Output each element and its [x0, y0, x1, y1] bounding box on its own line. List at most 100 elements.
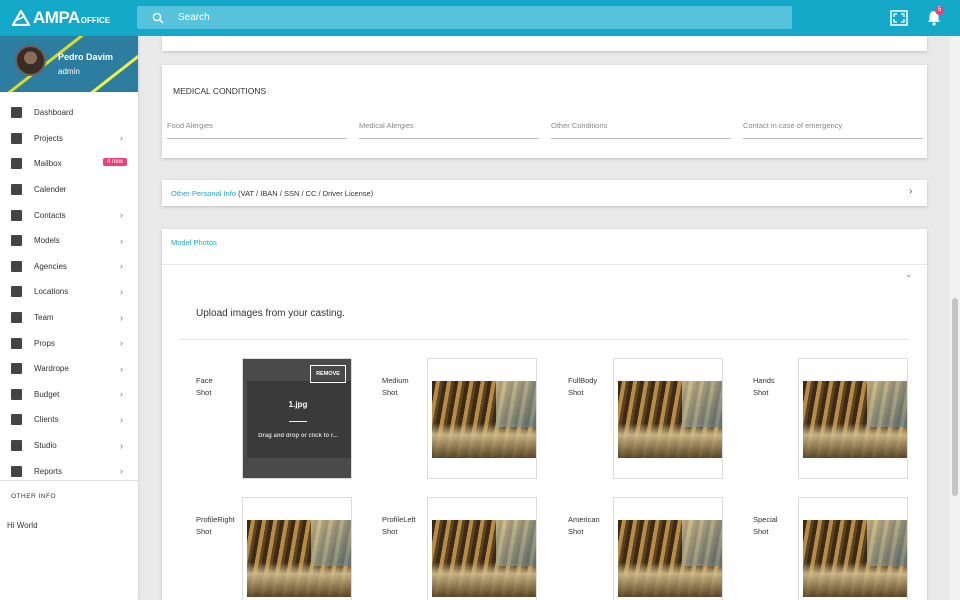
emergency-contact-field[interactable]	[743, 115, 923, 139]
face-shot-dropzone[interactable]: REMOVE 1.jpg Drag and drop or click to r…	[242, 358, 352, 479]
hands-shot-dropzone[interactable]	[798, 358, 908, 479]
agencies-icon	[11, 260, 22, 272]
medium-shot-dropzone[interactable]	[427, 358, 537, 479]
chevron-right-icon: ›	[120, 414, 123, 425]
hands-shot-label: Hands Shot	[753, 375, 775, 399]
clients-icon	[11, 414, 22, 426]
sidebar-item-dashboard[interactable]: Dashboard	[0, 100, 138, 126]
search-input[interactable]	[178, 12, 758, 23]
sidebar-item-label: Contacts	[34, 210, 66, 220]
chevron-down-icon[interactable]: ›	[905, 275, 915, 278]
avatar[interactable]	[15, 45, 46, 76]
american-shot-dropzone[interactable]	[613, 497, 723, 600]
sidebar-item-label: Wardrope	[34, 364, 69, 374]
fullbody-shot-dropzone[interactable]	[613, 358, 723, 479]
models-icon	[11, 235, 22, 247]
sidebar-item-label: Projects	[34, 133, 63, 143]
projects-icon	[11, 132, 22, 144]
sidebar-item-label: Locations	[34, 287, 69, 297]
sidebar-item-locations[interactable]: Locations ›	[0, 279, 138, 305]
chevron-right-icon: ›	[120, 312, 123, 323]
food-allergies-field[interactable]	[167, 115, 347, 139]
sidebar-item-calender[interactable]: Calender	[0, 177, 138, 203]
studio-icon	[11, 440, 22, 452]
scrollbar-thumb[interactable]	[952, 298, 958, 496]
sidebar-item-props[interactable]: Props ›	[0, 330, 138, 356]
sidebar-item-models[interactable]: Models ›	[0, 228, 138, 254]
chevron-right-icon: ›	[120, 133, 123, 144]
dashboard-icon	[11, 107, 22, 119]
previous-section-card	[162, 36, 927, 51]
other-conditions-input[interactable]	[551, 121, 731, 130]
chevron-right-icon: ›	[120, 286, 123, 297]
wardrope-icon	[11, 363, 22, 375]
sidebar-item-label: Calender	[34, 185, 67, 195]
chevron-right-icon: ›	[120, 235, 123, 246]
special-shot-label: Special Shot	[753, 514, 778, 538]
sidebar-item-agencies[interactable]: Agencies ›	[0, 254, 138, 280]
shot-label-line: Shot	[568, 527, 584, 536]
sidebar-item-label: Clients	[34, 415, 59, 425]
notification-badge: 5	[935, 6, 944, 15]
other-personal-info-header[interactable]: Other Personal Info (VAT / IBAN / SSN / …	[171, 189, 373, 198]
shot-preview-image	[432, 520, 536, 597]
locations-icon	[11, 286, 22, 298]
sidebar-item-budget[interactable]: Budget ›	[0, 382, 138, 408]
search-bar[interactable]	[137, 6, 792, 29]
fullbody-shot-label: FullBody Shot	[568, 375, 597, 399]
chevron-right-icon[interactable]: ›	[909, 186, 912, 197]
chevron-right-icon: ›	[120, 338, 123, 349]
team-icon	[11, 312, 22, 324]
shot-label-line: Face	[196, 376, 213, 385]
top-bar: AMPA OFFICE 5	[0, 0, 960, 36]
emergency-contact-input[interactable]	[743, 121, 923, 130]
sidebar-item-label: Models	[34, 236, 60, 246]
model-photos-card: Model Photos › Upload images from your c…	[162, 229, 927, 600]
drop-hint: Drag and drop or click to r...	[258, 433, 338, 439]
sidebar-item-mailbox[interactable]: Mailbox 4 new	[0, 151, 138, 177]
sidebar-item-team[interactable]: Team ›	[0, 305, 138, 331]
chevron-right-icon: ›	[120, 210, 123, 221]
profileleft-shot-dropzone[interactable]	[427, 497, 537, 600]
sidebar-item-label: Agencies	[34, 261, 67, 271]
search-icon[interactable]	[152, 12, 164, 24]
logo-main-text: AMPA	[33, 8, 80, 27]
shot-label-line: Shot	[196, 527, 212, 536]
shot-label-line: Special	[753, 515, 778, 524]
sidebar-item-label: Studio	[34, 441, 57, 451]
sidebar-item-projects[interactable]: Projects ›	[0, 126, 138, 152]
app-logo[interactable]: AMPA OFFICE	[12, 9, 110, 26]
other-conditions-field[interactable]	[551, 115, 731, 139]
shot-label-line: ProfileRight	[196, 515, 235, 524]
logo-mark-icon	[12, 10, 30, 26]
medical-allergies-field[interactable]	[359, 115, 539, 139]
model-photos-title[interactable]: Model Photos	[171, 238, 217, 247]
shot-preview-image	[803, 520, 907, 597]
logo-sub-text: OFFICE	[80, 16, 111, 25]
other-personal-info-link[interactable]: Other Personal Info	[171, 189, 236, 198]
remove-button[interactable]: REMOVE	[310, 365, 346, 383]
sidebar-item-wardrope[interactable]: Wardrope ›	[0, 356, 138, 382]
shot-label-line: American	[568, 515, 600, 524]
sidebar-item-contacts[interactable]: Contacts ›	[0, 202, 138, 228]
upload-divider	[180, 339, 908, 340]
user-name: Pedro Davim	[58, 52, 114, 62]
shot-preview-image	[618, 520, 722, 597]
sidebar-item-clients[interactable]: Clients ›	[0, 407, 138, 433]
chevron-right-icon: ›	[120, 466, 123, 477]
sidebar-item-studio[interactable]: Studio ›	[0, 433, 138, 459]
photos-header-divider	[162, 264, 927, 265]
user-profile[interactable]: Pedro Davim admin	[0, 36, 138, 92]
other-personal-info-card[interactable]: Other Personal Info (VAT / IBAN / SSN / …	[162, 180, 927, 206]
special-shot-dropzone[interactable]	[798, 497, 908, 600]
medical-allergies-input[interactable]	[359, 121, 539, 130]
food-allergies-input[interactable]	[167, 121, 347, 130]
medium-shot-label: Medium Shot	[382, 375, 409, 399]
sidebar-item-label: Mailbox	[34, 159, 62, 169]
fullscreen-icon[interactable]	[890, 10, 908, 26]
notifications-button[interactable]: 5	[925, 6, 944, 27]
user-role: admin	[58, 67, 80, 76]
other-info-heading: OTHER INFO	[11, 493, 57, 500]
profileright-shot-dropzone[interactable]	[242, 497, 352, 600]
face-shot-label: Face Shot	[196, 375, 213, 399]
